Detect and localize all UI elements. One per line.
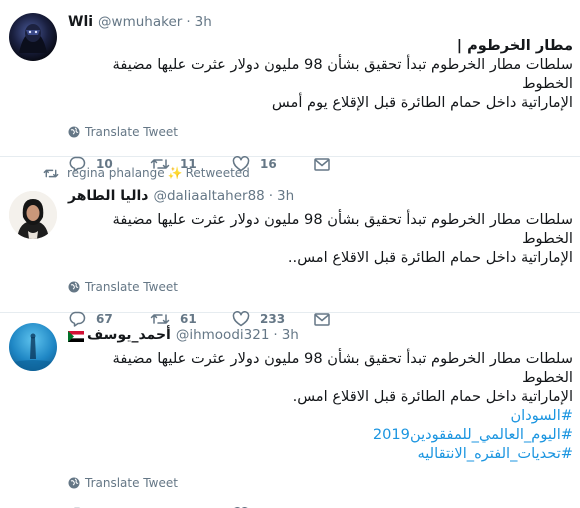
separator-dot: · bbox=[186, 14, 191, 30]
display-name[interactable]: داليا الطاهر bbox=[68, 188, 148, 204]
tweet[interactable]: Wli @wmuhaker · 3h مطار الخرطوم | سلطات … bbox=[0, 0, 580, 172]
user-handle[interactable]: @daliaaltaher88 bbox=[153, 188, 264, 204]
tweet-text-line: الإماراتية داخل حمام الطائرة قبل الاقلاع… bbox=[292, 388, 573, 405]
tweet-header: أحمد_يوسف @ihmoodi321 · 3h bbox=[68, 325, 566, 345]
display-name[interactable]: Wli bbox=[68, 14, 93, 30]
tweet-header: Wli @wmuhaker · 3h bbox=[68, 12, 566, 32]
tweet-text: سلطات مطار الخرطوم تبدأ تحقيق بشأن 98 مل… bbox=[68, 210, 573, 267]
tweet-text-line: سلطات مطار الخرطوم تبدأ تحقيق بشأن 98 مل… bbox=[112, 350, 573, 386]
avatar[interactable] bbox=[9, 13, 57, 61]
avatar-image bbox=[9, 191, 57, 239]
tweet-header: داليا الطاهر @daliaaltaher88 · 3h bbox=[68, 186, 566, 206]
tweet-text: مطار الخرطوم | سلطات مطار الخرطوم تبدأ ت… bbox=[68, 36, 573, 112]
tweet-text-line: سلطات مطار الخرطوم تبدأ تحقيق بشأن 98 مل… bbox=[112, 211, 573, 247]
display-name[interactable]: أحمد_يوسف bbox=[87, 327, 171, 343]
tweet-text-line: سلطات مطار الخرطوم تبدأ تحقيق بشأن 98 مل… bbox=[112, 56, 573, 92]
tweet-text-line: الإماراتية داخل حمام الطائرة قبل الاقلاع… bbox=[287, 249, 573, 266]
retweeted-by-name[interactable]: regina phalange bbox=[67, 166, 165, 180]
tweet[interactable]: أحمد_يوسف @ihmoodi321 · 3h سلطات مطار ال… bbox=[0, 313, 580, 508]
translate-tweet-link[interactable]: Translate Tweet bbox=[68, 124, 566, 140]
translate-label: Translate Tweet bbox=[85, 280, 178, 294]
translate-tweet-link[interactable]: Translate Tweet bbox=[68, 475, 566, 491]
retweet-icon bbox=[43, 169, 59, 177]
timestamp[interactable]: 3h bbox=[277, 188, 294, 204]
translate-tweet-link[interactable]: Translate Tweet bbox=[68, 279, 566, 295]
globe-icon bbox=[68, 477, 80, 489]
globe-icon bbox=[68, 126, 80, 138]
translate-label: Translate Tweet bbox=[85, 125, 178, 139]
user-handle[interactable]: @wmuhaker bbox=[98, 14, 182, 30]
timeline-feed: Wli @wmuhaker · 3h مطار الخرطوم | سلطات … bbox=[0, 0, 580, 508]
tweet[interactable]: regina phalange ✨ Retweeted داليا الطاهر… bbox=[0, 157, 580, 327]
translate-label: Translate Tweet bbox=[85, 476, 178, 490]
avatar-image bbox=[9, 333, 57, 371]
sparkle-icon: ✨ bbox=[167, 166, 183, 180]
globe-icon bbox=[68, 281, 80, 293]
hashtag-link[interactable]: #السودان bbox=[68, 406, 573, 425]
timestamp[interactable]: 3h bbox=[195, 14, 212, 30]
avatar-image bbox=[19, 24, 47, 53]
tweet-text-line: الإماراتية داخل حمام الطائرة قبل الإقلاع… bbox=[271, 94, 573, 111]
sudan-flag-icon bbox=[68, 330, 84, 342]
hashtag-link[interactable]: #اليوم_العالمي_للمفقودين2019 bbox=[68, 425, 573, 444]
retweeted-label: Retweeted bbox=[185, 166, 250, 180]
separator-dot: · bbox=[273, 327, 278, 343]
tweet-text: سلطات مطار الخرطوم تبدأ تحقيق بشأن 98 مل… bbox=[68, 349, 573, 463]
hashtag-link[interactable]: #تحديات_الفتره_الانتقاليه bbox=[68, 444, 573, 463]
separator-dot: · bbox=[268, 188, 274, 204]
retweet-context: regina phalange ✨ Retweeted bbox=[0, 164, 566, 182]
tweet-text-line: مطار الخرطوم | bbox=[456, 37, 573, 54]
avatar[interactable] bbox=[9, 191, 57, 239]
avatar[interactable] bbox=[9, 323, 57, 371]
user-handle[interactable]: @ihmoodi321 bbox=[176, 327, 270, 343]
timestamp[interactable]: 3h bbox=[282, 327, 299, 343]
